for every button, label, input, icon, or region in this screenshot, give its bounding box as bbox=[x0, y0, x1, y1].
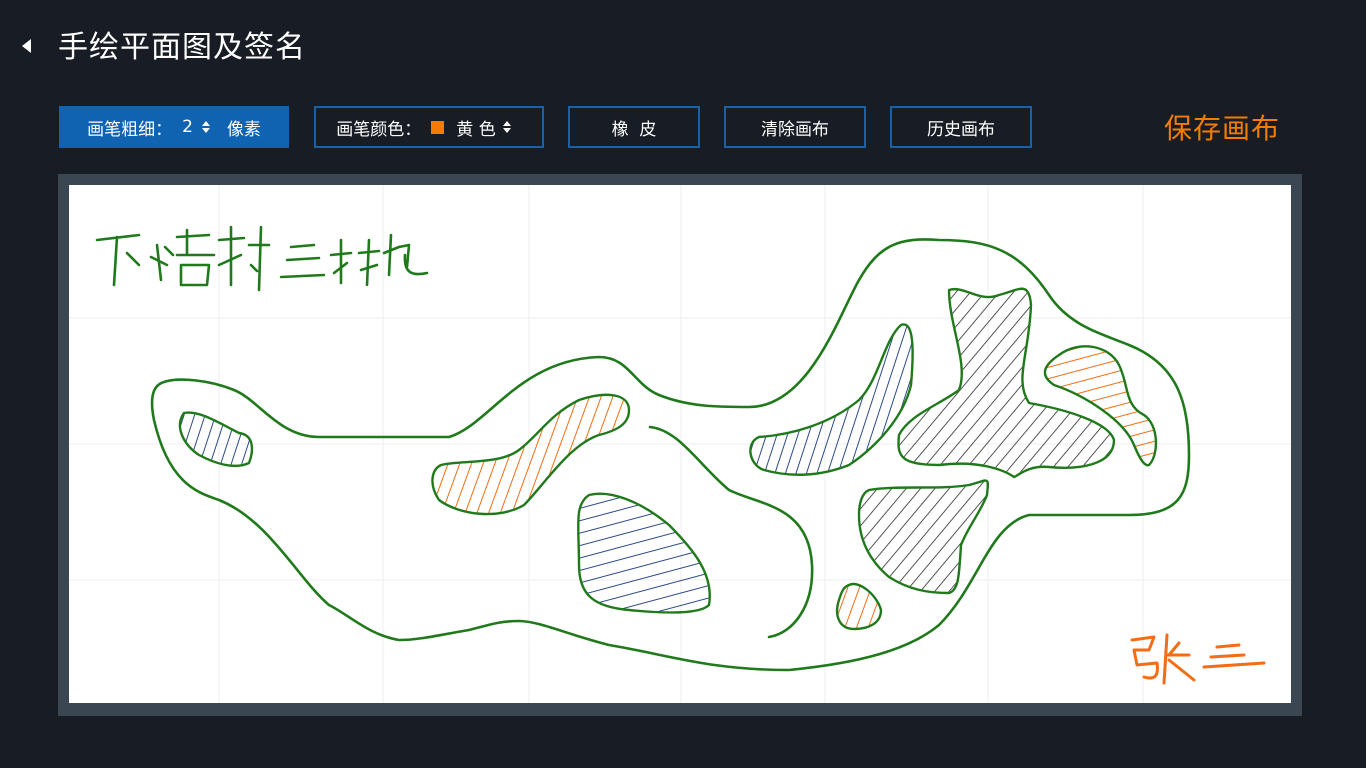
hatched-zones bbox=[178, 287, 1158, 631]
brush-size-selector[interactable]: 画笔粗细： 2 像素 bbox=[59, 106, 289, 148]
brush-size-value: 2 bbox=[182, 117, 193, 137]
brush-size-label: 画笔粗细： bbox=[87, 119, 173, 140]
save-canvas-button[interactable]: 保存画布 bbox=[1164, 106, 1280, 152]
zone-blue-center bbox=[577, 492, 711, 614]
zone-black-lower bbox=[857, 479, 990, 595]
clear-canvas-label: 清除画布 bbox=[761, 119, 829, 140]
brush-color-label: 画笔颜色： bbox=[336, 119, 422, 140]
header: 手绘平面图及签名 bbox=[0, 0, 1366, 96]
stepper-icon[interactable] bbox=[201, 121, 211, 133]
zone-blue-left bbox=[178, 411, 254, 468]
toolbar: 画笔粗细： 2 像素 画笔颜色： 黄 色 橡 皮 清除画布 历史画布 保存画布 bbox=[0, 106, 1366, 152]
zone-orange-small bbox=[835, 582, 883, 631]
canvas-frame bbox=[58, 174, 1302, 716]
back-button[interactable] bbox=[16, 34, 40, 58]
brush-color-value: 黄 色 bbox=[456, 119, 496, 140]
color-swatch-icon bbox=[431, 120, 445, 134]
drawing-canvas[interactable] bbox=[69, 185, 1291, 703]
history-canvas-button[interactable]: 历史画布 bbox=[890, 106, 1032, 148]
brush-color-selector[interactable]: 画笔颜色： 黄 色 bbox=[314, 106, 544, 148]
eraser-button[interactable]: 橡 皮 bbox=[568, 106, 700, 148]
eraser-label: 橡 皮 bbox=[611, 119, 657, 140]
history-canvas-label: 历史画布 bbox=[927, 119, 995, 140]
stepper-icon[interactable] bbox=[502, 121, 512, 133]
drawing-surface[interactable] bbox=[69, 185, 1291, 703]
page-title: 手绘平面图及签名 bbox=[58, 30, 306, 65]
caret-left-icon bbox=[22, 39, 31, 53]
brush-size-unit: 像素 bbox=[226, 119, 261, 140]
handwritten-signature bbox=[1130, 633, 1266, 685]
clear-canvas-button[interactable]: 清除画布 bbox=[724, 106, 866, 148]
handwritten-location-label bbox=[95, 225, 429, 292]
